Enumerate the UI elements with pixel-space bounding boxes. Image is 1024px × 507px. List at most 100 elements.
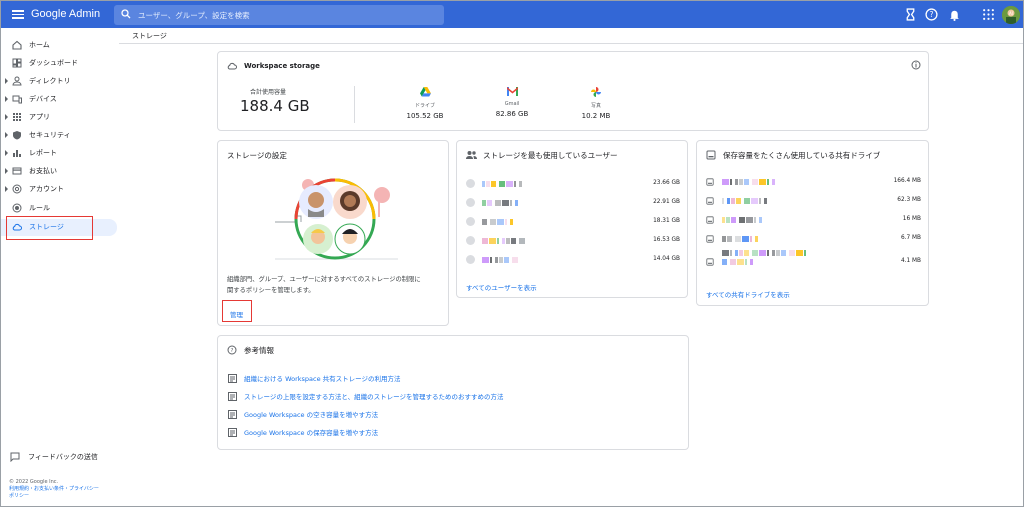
reference-link[interactable]: Google Workspace の空き容量を増やす方法 [228,409,378,419]
sidebar-item-apps[interactable]: アプリ [1,109,119,125]
reference-link-text[interactable]: Google Workspace の保存容量を増やす方法 [244,427,378,437]
hourglass-icon[interactable] [904,8,917,21]
sidebar-item-rules[interactable]: ルール [1,200,119,216]
redacted-name-block [759,217,762,223]
shared-drive-name[interactable] [722,236,832,242]
redacted-name-block [730,179,732,185]
footer-links-policy[interactable]: ポリシー [9,493,119,500]
expand-arrow-icon[interactable] [5,114,8,120]
expand-arrow-icon[interactable] [5,78,8,84]
shared-drive-name[interactable] [722,217,832,223]
user-avatar [466,198,475,207]
shared-drive-icon [706,150,716,160]
sidebar-item-label: デバイス [29,95,57,103]
footer-links[interactable]: 利用規約・お支払い条件・プライバシー [9,486,119,493]
feedback-link[interactable]: フィードバックの送信 [10,452,98,462]
redacted-name-block [510,218,513,225]
expand-arrow-icon[interactable] [5,186,8,192]
view-all-users-link[interactable]: すべてのユーザーを表示 [466,282,537,292]
user-name[interactable] [482,256,552,263]
redacted-name-block [482,256,489,263]
reference-link-text[interactable]: 組織における Workspace 共有ストレージの利用方法 [244,373,401,383]
apps-grid-icon [13,113,21,121]
reference-link[interactable]: ストレージの上限を設定する方法と、組織のストレージを管理するためのおすすめの方法 [228,391,503,401]
shared-drive-name[interactable] [722,250,842,256]
redacted-name-block [487,199,492,206]
redacted-name-block [482,199,486,206]
redacted-name-block [754,217,756,223]
sidebar-item-label: アカウント [29,185,64,193]
redacted-name-block [735,236,741,242]
sidebar-item-label: ホーム [29,41,50,49]
sidebar-item-billing[interactable]: お支払い [1,163,119,179]
shared-drive-icon [706,178,714,186]
redacted-name-block [726,217,730,223]
shared-drive-name[interactable] [722,179,832,185]
expand-arrow-icon[interactable] [5,168,8,174]
shared-drive-storage-value: 166.4 MB [893,178,921,184]
redacted-name-block [727,236,732,242]
sidebar-item-devices[interactable]: デバイス [1,91,119,107]
search-input[interactable] [138,8,428,22]
user-avatar [466,236,475,245]
user-name[interactable] [482,237,552,244]
user-name[interactable] [482,218,552,225]
redacted-name-block [727,198,730,204]
help-icon[interactable]: ? [925,8,938,21]
search-box[interactable] [114,5,444,25]
redacted-name-block [502,237,505,244]
top-users-card: ストレージを最も使用しているユーザー 23.66 GB 22.91 GB 18.31… [456,140,688,298]
document-icon [228,373,237,383]
sidebar-item-directory[interactable]: ディレクトリ [1,73,119,89]
service-value: 10.2 MB [581,112,611,120]
shared-drive-icon [706,258,714,266]
expand-arrow-icon[interactable] [5,96,8,102]
view-all-shared-drives-link[interactable]: すべての共有ドライブを表示 [706,289,790,299]
apps-launcher-icon[interactable] [982,8,995,21]
shared-drive-name[interactable] [722,259,832,265]
svg-text:AI: AI [1009,11,1013,16]
storage-settings-description: 組織部門、グループ、ユーザーに対するすべてのストレージの制限に 関するポリシーを… [227,274,447,296]
info-icon[interactable] [911,60,921,70]
reference-link[interactable]: 組織における Workspace 共有ストレージの利用方法 [228,373,401,383]
reference-link-text[interactable]: ストレージの上限を設定する方法と、組織のストレージを管理するためのおすすめの方法 [244,391,503,401]
shared-drive-icon [706,197,714,205]
user-name[interactable] [482,180,552,187]
redacted-name-block [735,179,738,185]
sidebar-item-dashboard[interactable]: ダッシュボード [1,55,119,71]
shared-drive-name[interactable] [722,198,832,204]
reference-link-text[interactable]: Google Workspace の空き容量を増やす方法 [244,409,378,419]
menu-icon[interactable] [12,8,24,20]
redacted-name-block [744,198,750,204]
redacted-name-block [737,259,744,265]
redacted-name-block [804,250,806,256]
reference-link[interactable]: Google Workspace の保存容量を増やす方法 [228,427,378,437]
redacted-name-block [742,236,749,242]
sidebar-item-home[interactable]: ホーム [1,37,119,53]
redacted-name-block [752,179,758,185]
notifications-bell-icon[interactable] [948,8,961,21]
redacted-name-block [722,217,725,223]
home-icon [12,40,22,50]
redacted-name-block [735,250,738,256]
expand-arrow-icon[interactable] [5,132,8,138]
user-name[interactable] [482,199,552,206]
redacted-name-block [495,256,498,263]
document-icon [228,409,237,419]
sidebar-item-security[interactable]: セキュリティ [1,127,119,143]
redacted-name-block [722,259,727,265]
service-gmail: Gmail 82.86 GB [487,87,537,118]
sidebar-item-reports[interactable]: レポート [1,145,119,161]
user-storage-value: 22.91 GB [653,199,680,205]
app-title[interactable]: Google Admin [31,8,100,20]
sidebar-item-account[interactable]: アカウント [1,181,119,197]
redacted-name-block [776,250,780,256]
expand-arrow-icon[interactable] [5,150,8,156]
dashboard-icon [12,58,22,68]
account-avatar[interactable]: AI [1002,6,1020,24]
at-sign-icon [12,184,22,194]
redacted-name-block [722,250,729,256]
description-line: 組織部門、グループ、ユーザーに対するすべてのストレージの制限に [227,276,421,283]
group-icon [466,151,477,159]
sidebar-item-label: ダッシュボード [29,59,78,67]
